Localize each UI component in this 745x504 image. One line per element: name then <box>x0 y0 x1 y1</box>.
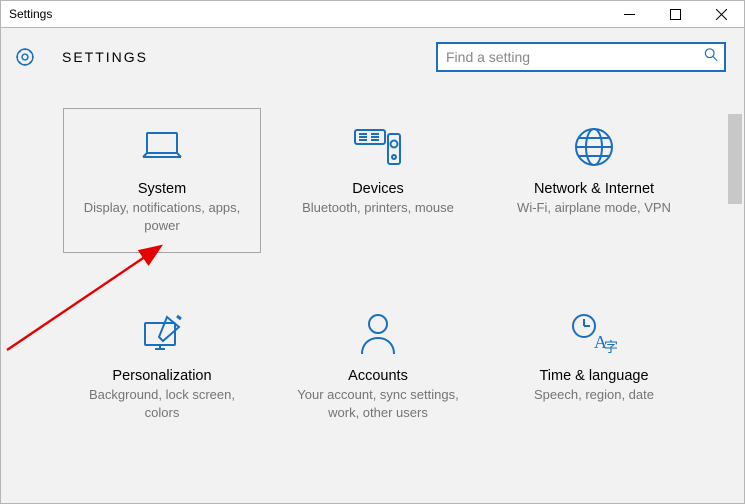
search-icon <box>704 48 718 67</box>
tile-title: Devices <box>352 181 404 197</box>
maximize-button[interactable] <box>652 1 698 27</box>
personalization-icon <box>138 310 186 358</box>
window-content: SETTINGS System <box>0 28 745 504</box>
time-language-icon: A 字 <box>570 310 618 358</box>
close-button[interactable] <box>698 1 744 27</box>
laptop-icon <box>138 123 186 171</box>
page-title: SETTINGS <box>62 49 148 65</box>
settings-header: SETTINGS <box>1 28 744 86</box>
tile-system[interactable]: System Display, notifications, apps, pow… <box>63 108 261 253</box>
settings-body: System Display, notifications, apps, pow… <box>1 86 744 503</box>
tile-personalization[interactable]: Personalization Background, lock screen,… <box>63 295 261 440</box>
window-controls <box>606 1 744 27</box>
tile-desc: Bluetooth, printers, mouse <box>302 199 454 217</box>
person-icon <box>354 310 402 358</box>
globe-icon <box>570 123 618 171</box>
tile-title: Network & Internet <box>534 181 654 197</box>
window-title: Settings <box>9 7 52 21</box>
tile-desc: Wi-Fi, airplane mode, VPN <box>517 199 671 217</box>
search-input[interactable] <box>436 42 726 72</box>
scrollbar-thumb[interactable] <box>728 114 742 204</box>
tile-title: Time & language <box>539 368 648 384</box>
close-icon <box>716 9 727 20</box>
tile-title: Personalization <box>112 368 211 384</box>
tile-title: System <box>138 181 186 197</box>
tile-desc: Background, lock screen, colors <box>77 386 247 421</box>
tile-accounts[interactable]: Accounts Your account, sync settings, wo… <box>279 295 477 440</box>
tile-devices[interactable]: Devices Bluetooth, printers, mouse <box>279 108 477 253</box>
minimize-icon <box>624 9 635 20</box>
devices-icon <box>354 123 402 171</box>
search-container <box>436 42 726 72</box>
tile-title: Accounts <box>348 368 408 384</box>
tile-desc: Speech, region, date <box>534 386 654 404</box>
maximize-icon <box>670 9 681 20</box>
svg-text:字: 字 <box>604 340 618 356</box>
tile-desc: Your account, sync settings, work, other… <box>293 386 463 421</box>
tile-desc: Display, notifications, apps, power <box>77 199 247 234</box>
tile-network[interactable]: Network & Internet Wi-Fi, airplane mode,… <box>495 108 693 253</box>
minimize-button[interactable] <box>606 1 652 27</box>
gear-icon <box>14 46 36 68</box>
window-titlebar: Settings <box>0 0 745 28</box>
tile-time-language[interactable]: A 字 Time & language Speech, region, date <box>495 295 693 440</box>
category-grid: System Display, notifications, apps, pow… <box>1 86 744 440</box>
